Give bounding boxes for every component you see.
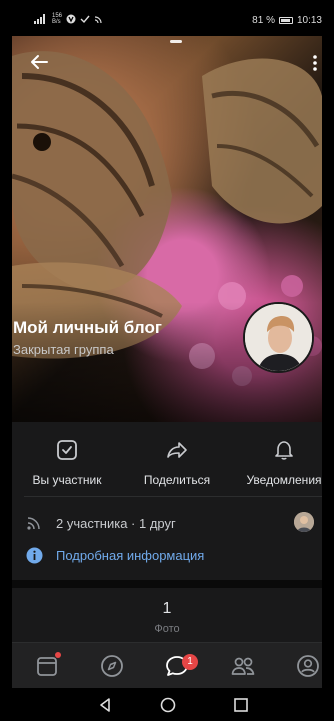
system-nav-bar xyxy=(0,688,334,721)
data-rate: 156 B/s xyxy=(52,13,63,25)
notifications-button[interactable]: Уведомления xyxy=(234,438,334,487)
section-gap xyxy=(12,580,322,588)
bell-icon xyxy=(275,441,293,460)
cast-icon xyxy=(94,16,102,24)
messages-badge: 1 xyxy=(182,654,198,670)
status-bar: 156 B/s 81 % 10:13 xyxy=(0,0,334,36)
group-info-panel: Вы участник Поделиться Уведомления 2 уча… xyxy=(12,422,322,580)
back-arrow-icon[interactable] xyxy=(27,50,51,74)
members-count: 2 участника · 1 друг xyxy=(56,516,176,531)
detailed-info-link[interactable]: Подробная информация xyxy=(56,548,204,563)
members-row[interactable]: 2 участника · 1 друг xyxy=(26,512,316,534)
group-subtitle: Закрытая группа xyxy=(13,342,114,357)
notifications-button-label: Уведомления xyxy=(246,473,322,487)
nav-home-icon[interactable] xyxy=(159,696,177,714)
friend-avatar-portrait xyxy=(294,512,314,532)
group-avatar[interactable] xyxy=(243,302,314,373)
more-vertical-icon[interactable] xyxy=(311,54,319,72)
clock: 10:13 xyxy=(296,15,322,26)
member-button-label: Вы участник xyxy=(32,473,102,487)
info-row[interactable]: Подробная информация xyxy=(26,546,316,566)
photos-counter[interactable]: 1 Фото xyxy=(12,588,322,642)
bottom-tab-bar: 1 xyxy=(12,642,322,688)
profile-tab-icon[interactable] xyxy=(295,653,321,679)
status-right: 81 % 10:13 xyxy=(252,15,322,26)
share-button-label: Поделиться xyxy=(143,473,211,487)
drag-handle[interactable] xyxy=(170,40,182,43)
battery-percent: 81 % xyxy=(252,15,275,26)
member-button[interactable]: Вы участник xyxy=(17,438,117,487)
friends-tab-icon[interactable] xyxy=(230,653,256,679)
checkbox-icon xyxy=(57,440,77,460)
action-row: Вы участник Поделиться Уведомления xyxy=(12,438,322,492)
vpn-icon xyxy=(66,14,76,24)
news-tab-dot xyxy=(55,652,61,658)
feed-icon xyxy=(27,517,40,530)
group-title: Мой личный блог xyxy=(13,318,162,337)
share-button[interactable]: Поделиться xyxy=(127,438,227,487)
photos-count: 1 xyxy=(162,600,172,617)
signal-icon xyxy=(34,14,45,24)
share-icon xyxy=(167,442,187,458)
check-icon xyxy=(80,15,90,24)
photos-label: Фото xyxy=(154,623,180,635)
battery-icon xyxy=(278,17,293,24)
discover-tab-icon[interactable] xyxy=(99,653,125,679)
nav-back-icon[interactable] xyxy=(96,696,114,714)
divider xyxy=(24,496,322,497)
nav-recents-icon[interactable] xyxy=(232,696,250,714)
friend-avatar[interactable] xyxy=(294,512,314,532)
info-icon xyxy=(26,547,43,564)
status-left: 156 B/s xyxy=(34,13,104,25)
